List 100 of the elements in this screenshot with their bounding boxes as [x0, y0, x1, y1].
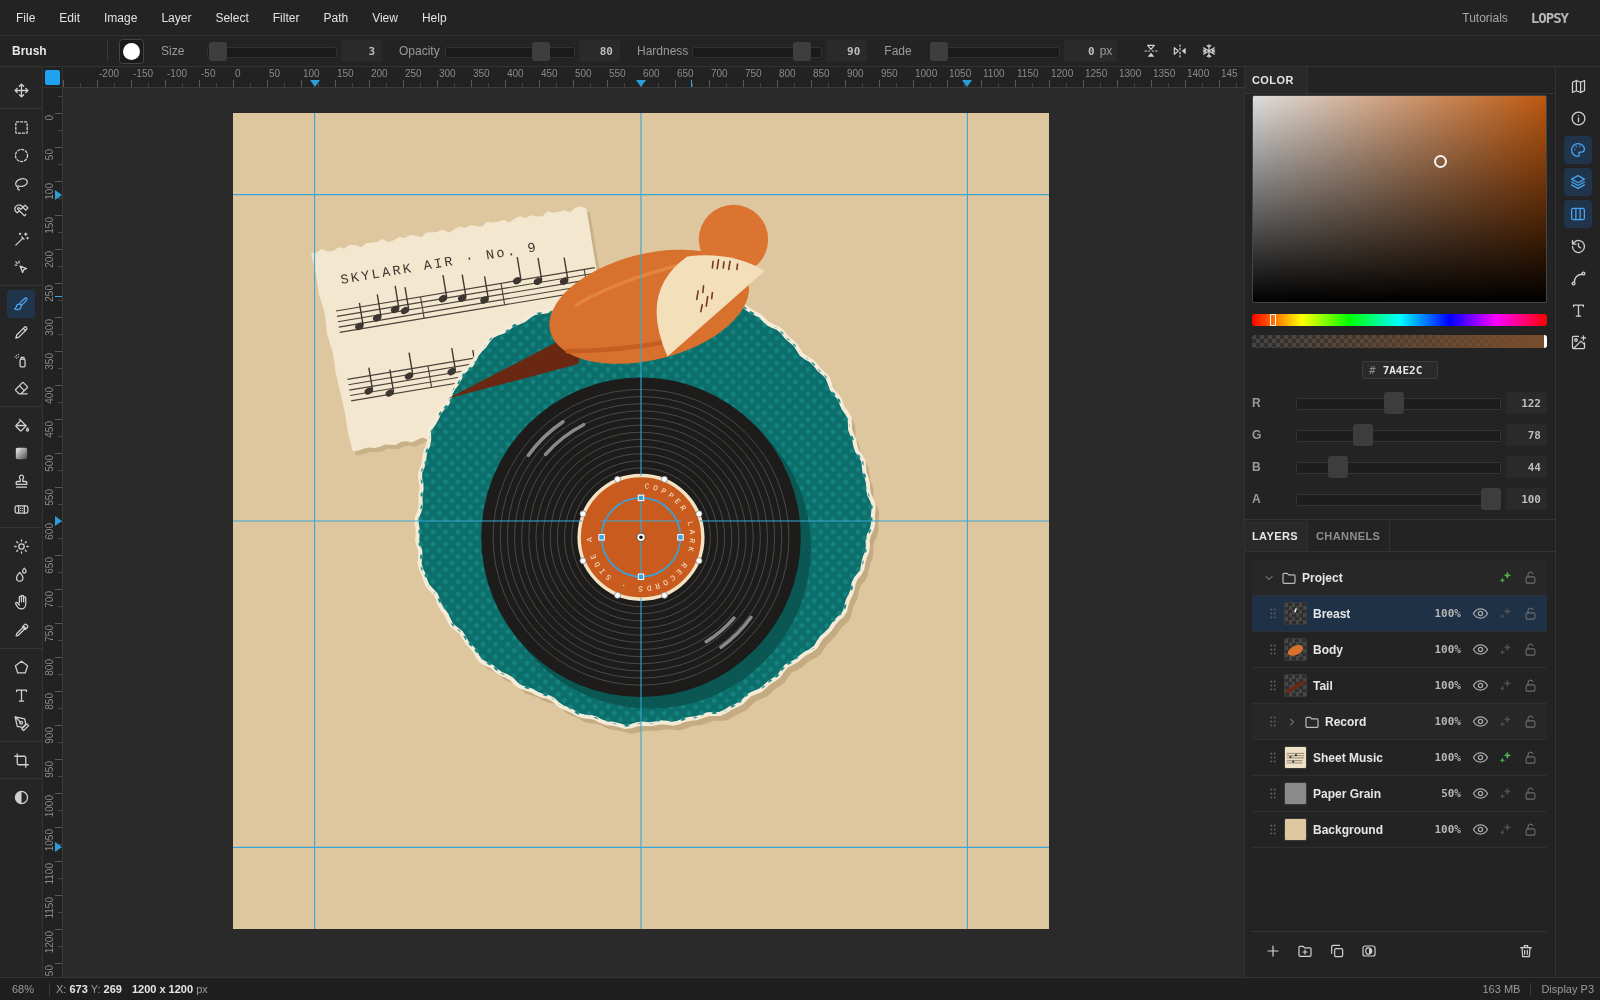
value-field[interactable]: 122 [1506, 392, 1547, 414]
drag-handle-icon[interactable] [1270, 788, 1276, 799]
palette-icon[interactable] [1564, 136, 1592, 164]
sparkles-icon[interactable] [1498, 750, 1513, 765]
layer-row[interactable]: Project [1252, 560, 1547, 596]
slider-thumb[interactable] [793, 41, 812, 61]
mask-icon[interactable] [1361, 943, 1377, 959]
image-plus-icon[interactable] [1569, 333, 1587, 351]
channel-slider[interactable] [1296, 392, 1501, 414]
drag-handle-icon[interactable] [1270, 680, 1276, 691]
menu-item[interactable]: Layer [149, 7, 204, 28]
crop-icon[interactable] [12, 751, 30, 769]
curve-icon[interactable] [1569, 269, 1587, 287]
unlocked-lock-icon[interactable] [1523, 714, 1538, 729]
menu-item[interactable]: File [4, 7, 48, 28]
drag-handle-icon[interactable] [1270, 824, 1276, 835]
brush-tip-icon[interactable] [119, 38, 144, 64]
pencil-icon[interactable] [12, 323, 30, 341]
tutorials-link[interactable]: Tutorials [1462, 10, 1508, 25]
unlocked-lock-icon[interactable] [1523, 642, 1538, 657]
info-icon[interactable] [1569, 109, 1587, 127]
menu-item[interactable]: Select [203, 7, 261, 28]
panel-tab[interactable]: LAYERS [1245, 521, 1308, 551]
unlocked-lock-icon[interactable] [1523, 786, 1538, 801]
value-field[interactable]: 80 [579, 40, 620, 62]
value-field[interactable]: 100 [1506, 488, 1547, 510]
slider-track[interactable] [207, 41, 337, 61]
contrast-icon[interactable] [12, 788, 30, 806]
eye-icon[interactable] [1472, 713, 1489, 730]
dashed-rectangle-icon[interactable] [12, 118, 30, 136]
drag-handle-icon[interactable] [1270, 608, 1276, 619]
slider-track[interactable] [445, 41, 575, 61]
slider-thumb[interactable] [1384, 392, 1405, 414]
unlocked-lock-icon[interactable] [1523, 822, 1538, 837]
channel-slider[interactable] [1296, 456, 1501, 478]
drag-handle-icon[interactable] [1270, 716, 1276, 727]
square-icon[interactable] [45, 69, 60, 85]
eye-icon[interactable] [1472, 785, 1489, 802]
history-icon[interactable] [1569, 237, 1587, 255]
layer-row[interactable]: Background 100% [1252, 812, 1547, 848]
slider-thumb[interactable] [209, 41, 228, 61]
slider-thumb[interactable] [1352, 424, 1373, 446]
dashed-circle-icon[interactable] [12, 146, 30, 164]
hue-slider-handle[interactable] [1269, 314, 1276, 326]
eye-icon[interactable] [1472, 821, 1489, 838]
slider-thumb[interactable] [1481, 488, 1501, 510]
layer-row[interactable]: Breast 100% [1252, 596, 1547, 632]
menu-item[interactable]: View [360, 7, 410, 28]
pen-nib-icon[interactable] [12, 714, 30, 732]
drag-handle-icon[interactable] [1270, 752, 1276, 763]
color-field[interactable] [1252, 95, 1547, 303]
plus-icon[interactable] [1265, 943, 1281, 959]
slider-thumb[interactable] [930, 41, 949, 61]
channel-slider[interactable] [1296, 424, 1501, 446]
brush-icon[interactable] [7, 290, 35, 318]
value-field[interactable]: 0 px [1064, 40, 1118, 62]
eraser-icon[interactable] [12, 379, 30, 397]
sparkles-icon[interactable] [1498, 570, 1513, 585]
unlocked-lock-icon[interactable] [1523, 750, 1538, 765]
color-picker-handle[interactable] [1434, 155, 1447, 169]
menu-item[interactable]: Help [409, 7, 459, 28]
hue-slider[interactable] [1252, 314, 1547, 326]
layers-icon[interactable] [1564, 168, 1592, 196]
eye-icon[interactable] [1472, 641, 1489, 658]
unlocked-lock-icon[interactable] [1523, 570, 1538, 585]
paint-bucket-icon[interactable] [12, 416, 30, 434]
move-icon[interactable] [12, 81, 30, 99]
slider-thumb[interactable] [532, 41, 551, 61]
magic-wand-icon[interactable] [12, 230, 30, 248]
map-icon[interactable] [1569, 77, 1587, 95]
menu-item[interactable]: Edit [47, 7, 93, 28]
eye-icon[interactable] [1472, 749, 1489, 766]
columns-icon[interactable] [1564, 200, 1592, 228]
folder-plus-icon[interactable] [1297, 943, 1313, 959]
slider-track[interactable] [930, 41, 1061, 61]
alpha-slider-handle[interactable] [1544, 335, 1547, 348]
layer-row[interactable]: Paper Grain 50% [1252, 776, 1547, 812]
sun-icon[interactable] [12, 537, 30, 555]
flip-horizontal-icon[interactable] [1172, 43, 1189, 59]
alpha-slider[interactable] [1252, 335, 1547, 348]
layer-row[interactable]: Sheet Music 100% [1252, 740, 1547, 776]
cursor-sparkle-icon[interactable] [12, 258, 30, 276]
slider-track[interactable] [692, 41, 823, 61]
value-field[interactable]: 90 [826, 40, 868, 62]
value-field[interactable]: 3 [341, 40, 382, 62]
slider-thumb[interactable] [1328, 456, 1348, 478]
flip-vertical-icon[interactable] [1143, 43, 1160, 59]
pentagon-icon[interactable] [12, 658, 30, 676]
hex-field[interactable]: # 7A4E2C [1362, 361, 1438, 379]
menu-item[interactable]: Image [92, 7, 150, 28]
layer-row[interactable]: Body 100% [1252, 632, 1547, 668]
duplicate-icon[interactable] [1329, 943, 1345, 959]
value-field[interactable]: 78 [1506, 424, 1547, 446]
unlocked-lock-icon[interactable] [1523, 678, 1538, 693]
trash-icon[interactable] [1518, 943, 1534, 959]
menu-item[interactable]: Path [311, 7, 361, 28]
drag-handle-icon[interactable] [1270, 644, 1276, 655]
panel-tab[interactable]: CHANNELS [1308, 521, 1391, 551]
value-field[interactable]: 44 [1506, 456, 1547, 478]
layer-row[interactable]: Record 100% [1252, 704, 1547, 740]
